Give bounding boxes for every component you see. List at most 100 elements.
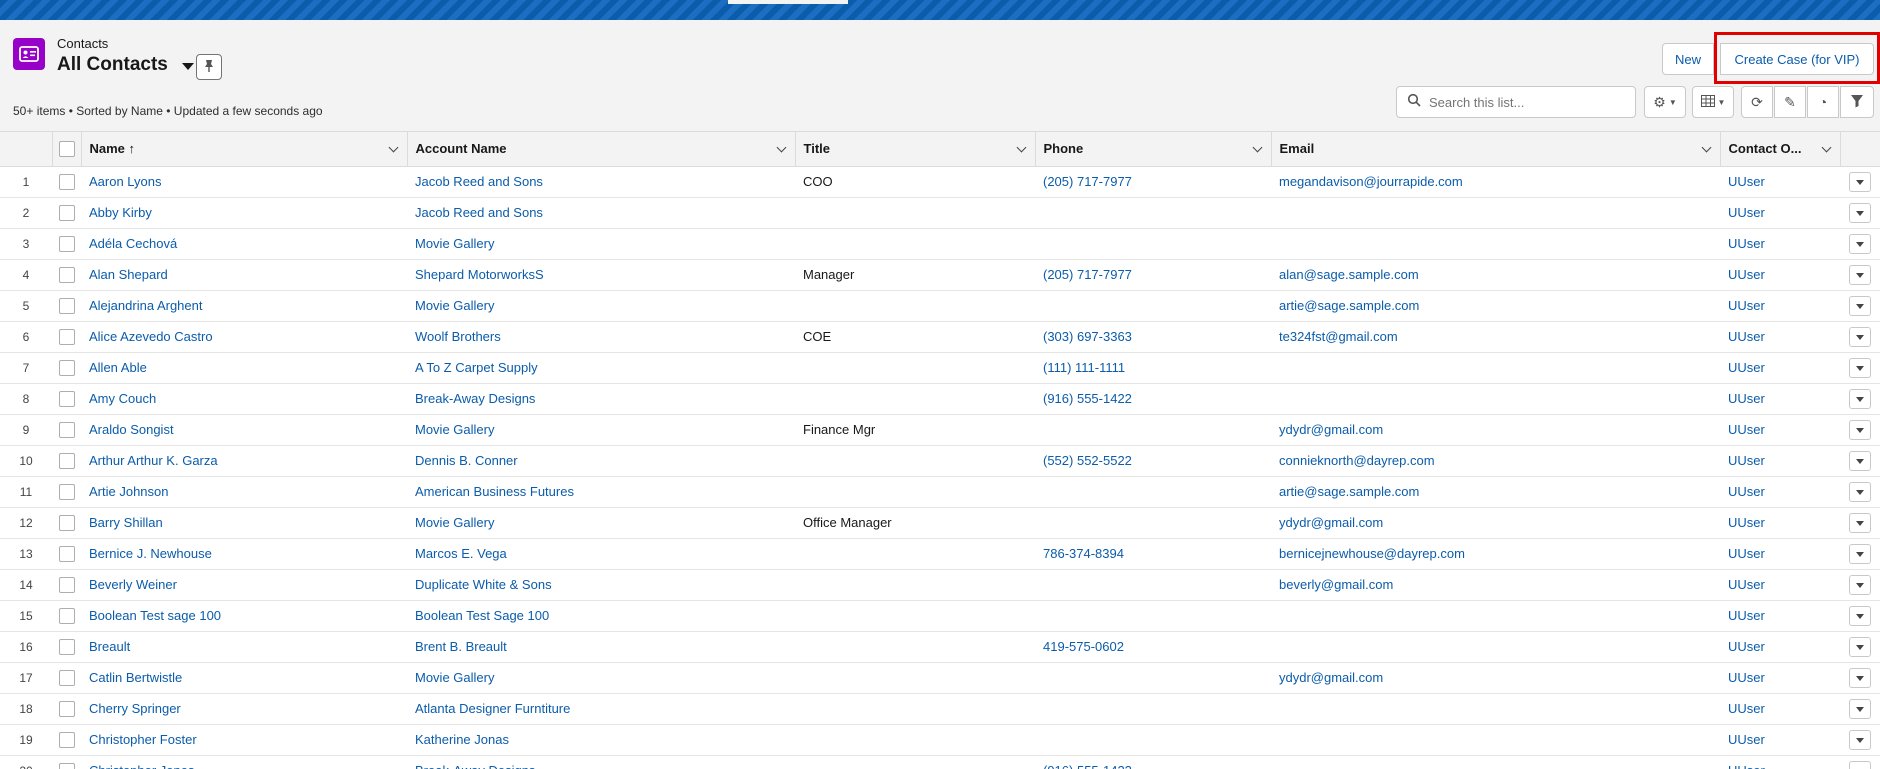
row-checkbox[interactable]	[58, 607, 75, 624]
owner-link[interactable]: UUser	[1728, 732, 1765, 747]
row-checkbox[interactable]	[58, 638, 75, 655]
display-as-button[interactable]: ▼	[1692, 86, 1734, 118]
email-link[interactable]: ydydr@gmail.com	[1279, 670, 1383, 685]
chevron-down-icon[interactable]	[1701, 142, 1711, 153]
select-all-checkbox[interactable]	[58, 141, 75, 158]
row-action-dropdown[interactable]	[1849, 326, 1871, 347]
row-checkbox[interactable]	[58, 700, 75, 717]
row-action-dropdown[interactable]	[1849, 698, 1871, 719]
chevron-down-icon[interactable]	[776, 142, 786, 153]
row-action-dropdown[interactable]	[1849, 450, 1871, 471]
email-link[interactable]: bernicejnewhouse@dayrep.com	[1279, 546, 1465, 561]
contact-name-link[interactable]: Cherry Springer	[89, 701, 181, 716]
contact-name-link[interactable]: Artie Johnson	[89, 484, 169, 499]
account-name-link[interactable]: Katherine Jonas	[415, 732, 509, 747]
refresh-button[interactable]: ⟳	[1741, 86, 1773, 118]
row-action-dropdown[interactable]	[1849, 760, 1871, 769]
account-name-link[interactable]: Dennis B. Conner	[415, 453, 518, 468]
create-case-vip-button[interactable]: Create Case (for VIP)	[1720, 43, 1874, 75]
row-action-dropdown[interactable]	[1849, 605, 1871, 626]
contact-name-link[interactable]: Allen Able	[89, 360, 147, 375]
contact-name-link[interactable]: Alan Shepard	[89, 267, 168, 282]
column-header-name[interactable]: Name ↑	[81, 132, 408, 167]
row-action-dropdown[interactable]	[1849, 202, 1871, 223]
account-name-link[interactable]: Shepard MotorworksS	[415, 267, 544, 282]
contact-name-link[interactable]: Aaron Lyons	[89, 174, 162, 189]
filter-button[interactable]	[1840, 86, 1874, 118]
owner-link[interactable]: UUser	[1728, 608, 1765, 623]
account-name-link[interactable]: Movie Gallery	[415, 422, 494, 437]
email-link[interactable]: beverly@gmail.com	[1279, 577, 1393, 592]
phone-link[interactable]: 786-374-8394	[1043, 546, 1124, 561]
owner-link[interactable]: UUser	[1728, 515, 1765, 530]
owner-link[interactable]: UUser	[1728, 639, 1765, 654]
row-checkbox[interactable]	[58, 328, 75, 345]
row-checkbox[interactable]	[58, 421, 75, 438]
email-link[interactable]: te324fst@gmail.com	[1279, 329, 1398, 344]
row-action-dropdown[interactable]	[1849, 543, 1871, 564]
row-checkbox[interactable]	[58, 452, 75, 469]
owner-link[interactable]: UUser	[1728, 701, 1765, 716]
account-name-link[interactable]: Jacob Reed and Sons	[415, 174, 543, 189]
search-box[interactable]	[1396, 86, 1636, 118]
contact-name-link[interactable]: Bernice J. Newhouse	[89, 546, 212, 561]
owner-link[interactable]: UUser	[1728, 391, 1765, 406]
contact-name-link[interactable]: Alejandrina Arghent	[89, 298, 202, 313]
row-action-dropdown[interactable]	[1849, 667, 1871, 688]
contact-name-link[interactable]: Boolean Test sage 100	[89, 608, 221, 623]
row-action-dropdown[interactable]	[1849, 574, 1871, 595]
row-action-dropdown[interactable]	[1849, 512, 1871, 533]
email-link[interactable]: artie@sage.sample.com	[1279, 298, 1419, 313]
phone-link[interactable]: (205) 717-7977	[1043, 174, 1132, 189]
row-checkbox[interactable]	[58, 514, 75, 531]
chevron-down-icon[interactable]	[181, 62, 194, 70]
settings-button[interactable]: ⚙ ▼	[1644, 86, 1686, 118]
phone-link[interactable]: (916) 555-1422	[1043, 391, 1132, 406]
row-action-dropdown[interactable]	[1849, 729, 1871, 750]
column-header-title[interactable]: Title	[795, 132, 1036, 167]
contact-name-link[interactable]: Adéla Cechová	[89, 236, 177, 251]
column-header-account[interactable]: Account Name	[407, 132, 796, 167]
row-checkbox[interactable]	[58, 390, 75, 407]
phone-link[interactable]: (111) 111-1111	[1043, 360, 1125, 375]
account-name-link[interactable]: Break-Away Designs	[415, 391, 535, 406]
chevron-down-icon[interactable]	[1252, 142, 1262, 153]
account-name-link[interactable]: A To Z Carpet Supply	[415, 360, 538, 375]
account-name-link[interactable]: American Business Futures	[415, 484, 574, 499]
edit-list-button[interactable]: ✎	[1774, 86, 1806, 118]
column-header-phone[interactable]: Phone	[1035, 132, 1272, 167]
row-checkbox[interactable]	[58, 359, 75, 376]
row-checkbox[interactable]	[58, 762, 75, 769]
email-link[interactable]: alan@sage.sample.com	[1279, 267, 1419, 282]
column-header-owner[interactable]: Contact O...	[1720, 132, 1841, 167]
contact-name-link[interactable]: Araldo Songist	[89, 422, 174, 437]
row-action-dropdown[interactable]	[1849, 636, 1871, 657]
contact-name-link[interactable]: Alice Azevedo Castro	[89, 329, 213, 344]
account-name-link[interactable]: Movie Gallery	[415, 515, 494, 530]
column-header-email[interactable]: Email	[1271, 132, 1721, 167]
email-link[interactable]: megandavison@jourrapide.com	[1279, 174, 1463, 189]
account-name-link[interactable]: Woolf Brothers	[415, 329, 501, 344]
chevron-down-icon[interactable]	[388, 142, 398, 153]
row-action-dropdown[interactable]	[1849, 171, 1871, 192]
row-action-dropdown[interactable]	[1849, 388, 1871, 409]
owner-link[interactable]: UUser	[1728, 453, 1765, 468]
row-checkbox[interactable]	[58, 266, 75, 283]
email-link[interactable]: ydydr@gmail.com	[1279, 515, 1383, 530]
account-name-link[interactable]: Duplicate White & Sons	[415, 577, 552, 592]
search-input[interactable]	[1429, 94, 1619, 110]
email-link[interactable]: artie@sage.sample.com	[1279, 484, 1419, 499]
row-checkbox[interactable]	[58, 235, 75, 252]
owner-link[interactable]: UUser	[1728, 546, 1765, 561]
owner-link[interactable]: UUser	[1728, 670, 1765, 685]
list-view-selector[interactable]: All Contacts	[57, 54, 194, 76]
charts-button[interactable]: ◔	[1807, 86, 1839, 118]
email-link[interactable]: connieknorth@dayrep.com	[1279, 453, 1435, 468]
owner-link[interactable]: UUser	[1728, 174, 1765, 189]
row-action-dropdown[interactable]	[1849, 419, 1871, 440]
account-name-link[interactable]: Movie Gallery	[415, 298, 494, 313]
row-checkbox[interactable]	[58, 731, 75, 748]
contact-name-link[interactable]: Abby Kirby	[89, 205, 152, 220]
row-action-dropdown[interactable]	[1849, 295, 1871, 316]
owner-link[interactable]: UUser	[1728, 298, 1765, 313]
